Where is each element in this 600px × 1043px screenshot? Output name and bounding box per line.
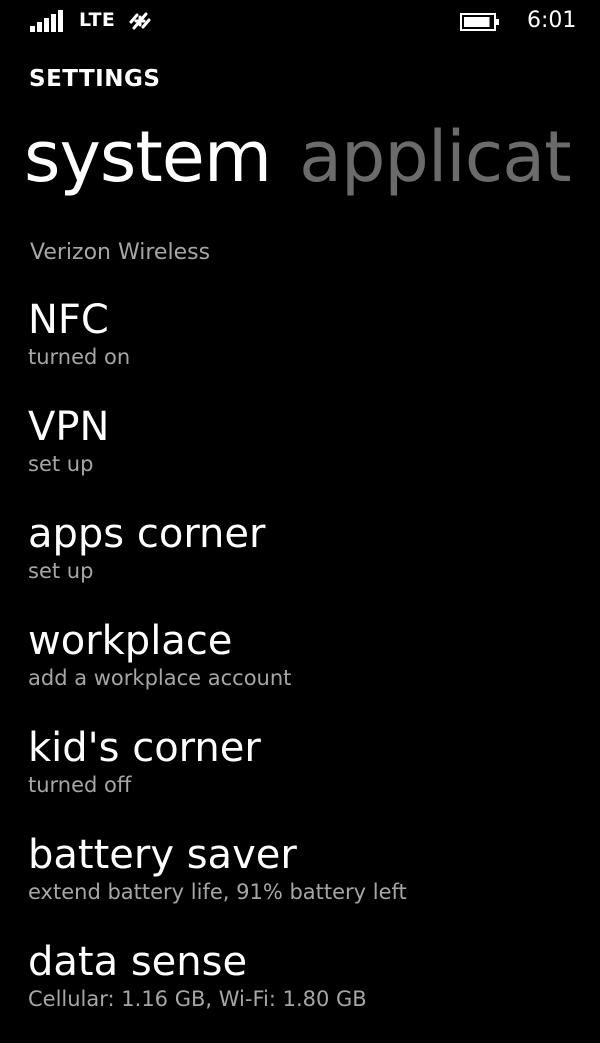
status-bar: LTE 6:01: [0, 0, 600, 44]
setting-title: apps corner: [28, 511, 266, 557]
pivot-header: system applicat: [24, 112, 599, 202]
battery-icon: [460, 13, 499, 31]
settings-list: NFC turned on VPN set up apps corner set…: [28, 294, 600, 1043]
setting-subtitle: turned on: [28, 345, 131, 369]
setting-title: data sense: [28, 939, 248, 985]
setting-subtitle: extend battery life, 91% battery left: [28, 880, 407, 904]
setting-item-vpn[interactable]: VPN set up: [28, 401, 600, 508]
setting-subtitle: add a workplace account: [28, 666, 292, 690]
setting-item-kids-corner[interactable]: kid's corner turned off: [28, 722, 600, 829]
carrier-label: Verizon Wireless: [30, 240, 211, 265]
setting-item-workplace[interactable]: workplace add a workplace account: [28, 615, 600, 722]
pivot-tab-applications[interactable]: applicat: [299, 112, 571, 202]
clock: 6:01: [527, 8, 577, 33]
setting-title: NFC: [28, 297, 109, 343]
setting-subtitle: set up: [28, 452, 94, 476]
network-type-label: LTE: [79, 9, 116, 31]
setting-title: VPN: [28, 404, 110, 450]
setting-subtitle: Cellular: 1.16 GB, Wi-Fi: 1.80 GB: [28, 987, 367, 1011]
setting-item-data-sense[interactable]: data sense Cellular: 1.16 GB, Wi-Fi: 1.8…: [28, 936, 600, 1043]
pivot-tab-system[interactable]: system: [24, 112, 272, 202]
setting-item-battery-saver[interactable]: battery saver extend battery life, 91% b…: [28, 829, 600, 936]
setting-item-apps-corner[interactable]: apps corner set up: [28, 508, 600, 615]
signal-strength-icon: [30, 8, 70, 32]
setting-item-nfc[interactable]: NFC turned on: [28, 294, 600, 401]
setting-subtitle: set up: [28, 559, 94, 583]
setting-title: battery saver: [28, 832, 297, 878]
app-title: SETTINGS: [29, 66, 161, 92]
setting-title: kid's corner: [28, 725, 261, 771]
setting-title: workplace: [28, 618, 233, 664]
data-transfer-icon: [129, 12, 151, 30]
setting-subtitle: turned off: [28, 773, 132, 797]
